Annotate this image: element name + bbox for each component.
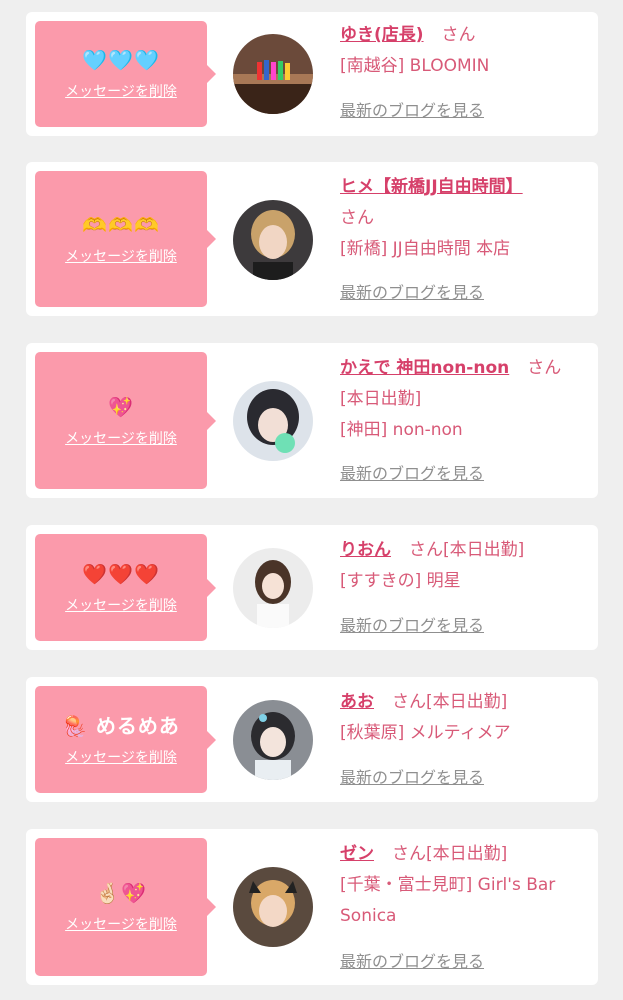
avatar[interactable]: [233, 700, 313, 780]
view-blog-link[interactable]: 最新のブログを見る: [340, 767, 484, 789]
message-text: 🫶🫶🫶: [82, 213, 160, 237]
delete-message-link[interactable]: メッセージを削除: [65, 749, 177, 767]
area: [すすきの]: [340, 571, 422, 591]
view-blog-link[interactable]: 最新のブログを見る: [340, 282, 484, 304]
message-bubble: 🫶🫶🫶 メッセージを削除: [35, 171, 216, 307]
view-blog-link[interactable]: 最新のブログを見る: [340, 463, 484, 485]
avatar[interactable]: [233, 867, 313, 947]
host-name-link[interactable]: ゆき(店長): [340, 25, 424, 45]
message-bubble: 🤞🏻💖 メッセージを削除: [35, 838, 216, 976]
shop-name: JJ自由時間 本店: [392, 239, 511, 259]
shop-name: 明星: [426, 571, 461, 591]
delete-message-link[interactable]: メッセージを削除: [65, 248, 177, 266]
message-bubble: 💖 メッセージを削除: [35, 352, 216, 489]
host-name-link[interactable]: ヒメ【新橋JJ自由時間】: [340, 177, 523, 197]
area: [千葉・富士見町]: [340, 875, 473, 895]
message-card: 🫶🫶🫶 メッセージを削除 ヒメ【新橋JJ自由時間】 さん [新橋] JJ自由時間…: [26, 162, 598, 316]
message-bubble: 🩵🩵🩵 メッセージを削除: [35, 21, 216, 127]
host-info: あお さん[本日出勤] [秋葉原] メルティメア 最新のブログを見る: [340, 687, 590, 787]
status: [本日出勤]: [426, 692, 508, 712]
delete-message-link[interactable]: メッセージを削除: [65, 430, 177, 448]
honorific: さん: [441, 25, 476, 45]
shop-name: メルティメア: [409, 723, 511, 743]
avatar[interactable]: [233, 381, 313, 461]
message-card: ❤️❤️❤️ メッセージを削除 りおん さん[本日出勤] [すすきの] 明星 最新…: [26, 525, 598, 650]
area: [南越谷]: [340, 56, 405, 76]
host-info: りおん さん[本日出勤] [すすきの] 明星 最新のブログを見る: [340, 535, 590, 635]
message-card: 💖 メッセージを削除 かえで 神田non-non さん [本日出勤] [神田] n…: [26, 343, 598, 498]
message-text: 🪼 めるめあ: [62, 713, 180, 738]
host-name-link[interactable]: ゼン: [340, 844, 374, 864]
shop-name: BLOOMIN: [409, 56, 490, 76]
host-name-link[interactable]: りおん: [340, 540, 391, 560]
delete-message-link[interactable]: メッセージを削除: [65, 916, 177, 934]
view-blog-link[interactable]: 最新のブログを見る: [340, 100, 484, 122]
area: [神田]: [340, 420, 388, 440]
status: [本日出勤]: [426, 844, 508, 864]
avatar[interactable]: [233, 34, 313, 114]
view-blog-link[interactable]: 最新のブログを見る: [340, 951, 484, 973]
area: [秋葉原]: [340, 723, 405, 743]
host-name-link[interactable]: かえで 神田non-non: [340, 358, 509, 378]
avatar[interactable]: [233, 200, 313, 280]
area: [新橋]: [340, 239, 388, 259]
host-name-link[interactable]: あお: [340, 692, 374, 712]
host-info: ゆき(店長) さん [南越谷] BLOOMIN 最新のブログを見る: [340, 20, 590, 120]
message-card: 🤞🏻💖 メッセージを削除 ゼン さん[本日出勤] [千葉・富士見町] Girl's…: [26, 829, 598, 985]
delete-message-link[interactable]: メッセージを削除: [65, 83, 177, 101]
message-bubble: ❤️❤️❤️ メッセージを削除: [35, 534, 216, 641]
message-text: 🩵🩵🩵: [82, 48, 160, 72]
message-text: 🤞🏻💖: [95, 881, 147, 905]
view-blog-link[interactable]: 最新のブログを見る: [340, 615, 484, 637]
honorific: さん: [340, 208, 374, 228]
honorific: さん: [392, 844, 426, 864]
honorific: さん: [409, 540, 443, 560]
message-text: 💖: [108, 394, 134, 419]
message-bubble: 🪼 めるめあ メッセージを削除: [35, 686, 216, 793]
message-text: ❤️❤️❤️: [82, 561, 160, 586]
shop-name: non-non: [392, 420, 463, 440]
delete-message-link[interactable]: メッセージを削除: [65, 597, 177, 615]
host-info: ゼン さん[本日出勤] [千葉・富士見町] Girl's Bar Sonica 最…: [340, 839, 590, 971]
status: [本日出勤]: [443, 540, 525, 560]
host-info: かえで 神田non-non さん [本日出勤] [神田] non-non 最新のブ…: [340, 353, 590, 483]
avatar[interactable]: [233, 548, 313, 628]
host-info: ヒメ【新橋JJ自由時間】 さん [新橋] JJ自由時間 本店 最新のブログを見る: [340, 172, 590, 302]
honorific: さん: [392, 692, 426, 712]
message-card: 🩵🩵🩵 メッセージを削除 ゆき(店長) さん [南越谷] BLOOMIN 最新のブ…: [26, 12, 598, 136]
message-card: 🪼 めるめあ メッセージを削除 あお さん[本日出勤] [秋葉原] メルティメア …: [26, 677, 598, 802]
status: [本日出勤]: [340, 389, 422, 409]
honorific: さん: [527, 358, 562, 378]
